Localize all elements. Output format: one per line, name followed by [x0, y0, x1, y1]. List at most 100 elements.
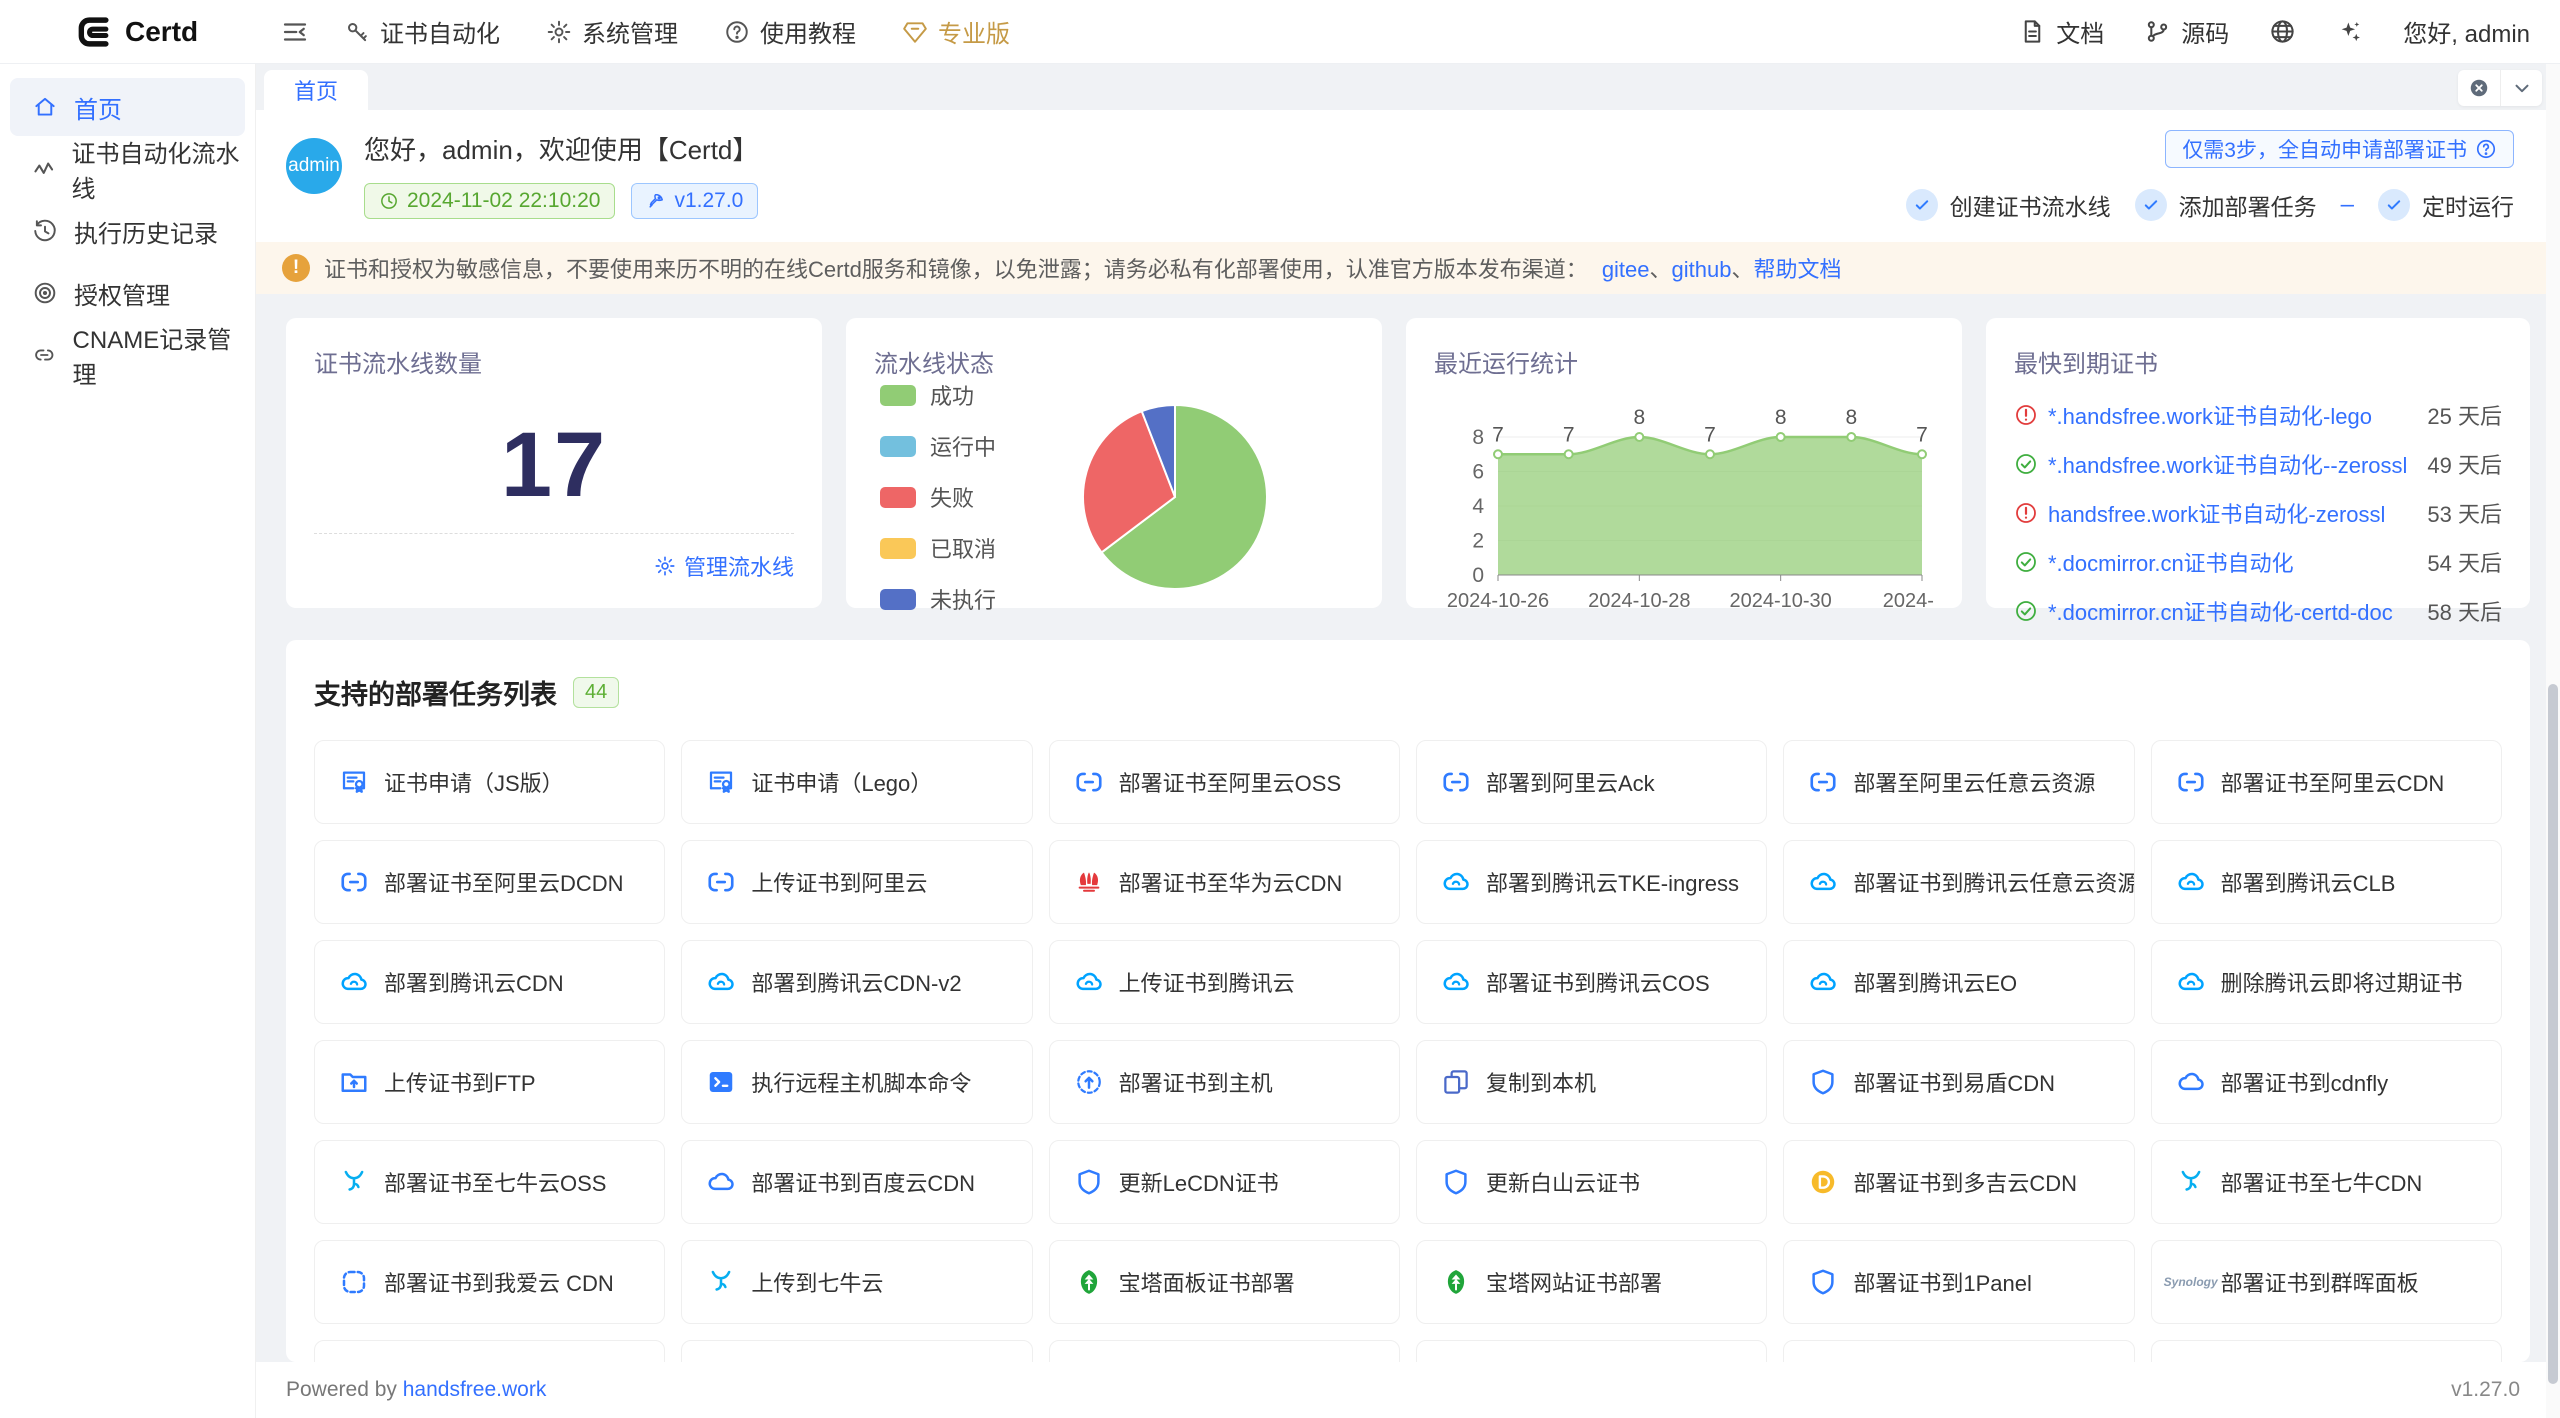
task-card-宝塔网站证书部署[interactable]: 宝塔网站证书部署: [1416, 1240, 1767, 1324]
task-card-部署到阿里云Ack[interactable]: 部署到阿里云Ack: [1416, 740, 1767, 824]
task-card-证书申请（Lego）[interactable]: 证书申请（Lego）: [681, 740, 1032, 824]
cert-icon: [339, 767, 369, 797]
recent-runs-chart: 0246877878872024-10-262024-10-282024-10-…: [1434, 379, 1934, 619]
task-card-部署证书至阿里云OSS[interactable]: 部署证书至阿里云OSS: [1049, 740, 1400, 824]
legend-item-失败[interactable]: 失败: [880, 481, 996, 513]
task-label: 部署证书到我爱云 CDN: [384, 1266, 614, 1298]
step-3[interactable]: 定时运行: [2378, 188, 2514, 222]
task-card-部署证书到我爱云 CDN[interactable]: 部署证书到我爱云 CDN: [314, 1240, 665, 1324]
task-card-上传到七牛云[interactable]: 上传到七牛云: [681, 1240, 1032, 1324]
nav-right-1[interactable]: 源码: [2144, 14, 2229, 49]
task-card-上传证书到FTP[interactable]: 上传证书到FTP: [314, 1040, 665, 1124]
menu-fold-icon[interactable]: [280, 17, 310, 47]
sidebar-item-label: 证书自动化流水线: [72, 134, 246, 204]
bt-panel-icon: [1441, 1267, 1471, 1297]
step-1[interactable]: 创建证书流水线: [1906, 188, 2111, 222]
shield-icon: [1808, 1067, 1838, 1097]
nav-right-0[interactable]: 文档: [2019, 14, 2104, 49]
task-card-clipped[interactable]: [314, 1340, 665, 1362]
nav-item-3[interactable]: 使用教程: [724, 14, 856, 49]
task-card-部署到腾讯云EO[interactable]: 部署到腾讯云EO: [1783, 940, 2134, 1024]
cert-name-link[interactable]: handsfree.work证书自动化-zerossl: [2048, 497, 2385, 529]
task-card-部署到腾讯云CDN-v2[interactable]: 部署到腾讯云CDN-v2: [681, 940, 1032, 1024]
task-card-证书申请（JS版）[interactable]: 证书申请（JS版）: [314, 740, 665, 824]
banner-link-帮助文档[interactable]: 帮助文档: [1754, 257, 1842, 282]
sidebar-item-label: 执行历史记录: [74, 214, 218, 249]
task-card-clipped[interactable]: [1416, 1340, 1767, 1362]
task-card-宝塔面板证书部署[interactable]: 宝塔面板证书部署: [1049, 1240, 1400, 1324]
task-card-部署至阿里云任意云资源[interactable]: 部署至阿里云任意云资源: [1783, 740, 2134, 824]
nav-item-1[interactable]: 证书自动化: [344, 14, 500, 49]
task-label: 部署证书到易盾CDN: [1853, 1066, 2055, 1098]
legend-item-未执行[interactable]: 未执行: [880, 583, 996, 615]
task-card-部署证书到多吉云CDN[interactable]: 部署证书到多吉云CDN: [1783, 1140, 2134, 1224]
nav-right-icon-3[interactable]: [2336, 18, 2363, 45]
scrollbar-thumb[interactable]: [2548, 684, 2558, 1384]
sidebar-item-首页[interactable]: 首页: [10, 78, 245, 136]
legend-item-成功[interactable]: 成功: [880, 379, 996, 411]
huawei-icon: [1074, 867, 1104, 897]
step-2[interactable]: 添加部署任务: [2135, 188, 2317, 222]
task-card-更新白山云证书[interactable]: 更新白山云证书: [1416, 1140, 1767, 1224]
cert-name-link[interactable]: *.docmirror.cn证书自动化-certd-doc: [2048, 595, 2393, 627]
task-card-部署证书到1Panel[interactable]: 部署证书到1Panel: [1783, 1240, 2134, 1324]
pipeline-count-card: 证书流水线数量 17 管理流水线: [286, 318, 822, 608]
banner-link-github[interactable]: github: [1672, 257, 1732, 282]
sidebar-item-CNAME记录管理[interactable]: CNAME记录管理: [10, 326, 245, 384]
app-title: Certd: [125, 16, 198, 48]
welcome-header: admin 您好，admin，欢迎使用【Certd】 2024-11-02 22…: [256, 110, 2560, 242]
nav-right-user[interactable]: 您好, admin: [2403, 14, 2530, 49]
svg-text:6: 6: [1472, 461, 1484, 484]
task-card-clipped[interactable]: [2151, 1340, 2502, 1362]
cert-name-link[interactable]: *.handsfree.work证书自动化--zerossl: [2048, 448, 2407, 480]
task-card-部署到腾讯云CDN[interactable]: 部署到腾讯云CDN: [314, 940, 665, 1024]
task-card-部署证书至阿里云CDN[interactable]: 部署证书至阿里云CDN: [2151, 740, 2502, 824]
avatar[interactable]: admin: [286, 138, 342, 194]
task-card-部署证书到腾讯云COS[interactable]: 部署证书到腾讯云COS: [1416, 940, 1767, 1024]
nav-item-4[interactable]: 专业版: [902, 14, 1010, 49]
task-card-clipped[interactable]: [1783, 1340, 2134, 1362]
close-circle-icon: [2468, 77, 2490, 99]
cert-name-link[interactable]: *.handsfree.work证书自动化-lego: [2048, 399, 2372, 431]
app-logo[interactable]: Certd: [0, 13, 256, 51]
legend-item-运行中[interactable]: 运行中: [880, 430, 996, 462]
task-card-部署证书至七牛CDN[interactable]: 部署证书至七牛CDN: [2151, 1140, 2502, 1224]
task-card-上传证书到腾讯云[interactable]: 上传证书到腾讯云: [1049, 940, 1400, 1024]
task-card-部署证书到易盾CDN[interactable]: 部署证书到易盾CDN: [1783, 1040, 2134, 1124]
task-card-上传证书到阿里云[interactable]: 上传证书到阿里云: [681, 840, 1032, 924]
sidebar-item-授权管理[interactable]: 授权管理: [10, 264, 245, 322]
task-card-部署到腾讯云TKE-ingress[interactable]: 部署到腾讯云TKE-ingress: [1416, 840, 1767, 924]
task-card-部署到腾讯云CLB[interactable]: 部署到腾讯云CLB: [2151, 840, 2502, 924]
banner-link-gitee[interactable]: gitee: [1602, 257, 1650, 282]
promo-badge[interactable]: 仅需3步，全自动申请部署证书: [2165, 130, 2514, 168]
task-card-clipped[interactable]: [1049, 1340, 1400, 1362]
sidebar-item-执行历史记录[interactable]: 执行历史记录: [10, 202, 245, 260]
task-card-部署证书到主机[interactable]: 部署证书到主机: [1049, 1040, 1400, 1124]
close-tabs-button[interactable]: [2458, 70, 2500, 106]
task-card-部署证书至华为云CDN[interactable]: 部署证书至华为云CDN: [1049, 840, 1400, 924]
warning-circle-icon: [2014, 403, 2038, 427]
task-card-部署证书到百度云CDN[interactable]: 部署证书到百度云CDN: [681, 1140, 1032, 1224]
legend-item-已取消[interactable]: 已取消: [880, 532, 996, 564]
task-card-部署证书至七牛云OSS[interactable]: 部署证书至七牛云OSS: [314, 1140, 665, 1224]
task-card-部署证书到群晖面板[interactable]: Synology部署证书到群晖面板: [2151, 1240, 2502, 1324]
task-card-更新LeCDN证书[interactable]: 更新LeCDN证书: [1049, 1140, 1400, 1224]
cert-name-link[interactable]: *.docmirror.cn证书自动化: [2048, 546, 2294, 578]
sidebar-item-证书自动化流水线[interactable]: 证书自动化流水线: [10, 140, 245, 198]
tab-home[interactable]: 首页: [264, 70, 368, 110]
handsfree-link[interactable]: handsfree.work: [403, 1378, 547, 1402]
task-card-执行远程主机脚本命令[interactable]: 执行远程主机脚本命令: [681, 1040, 1032, 1124]
task-card-删除腾讯云即将过期证书[interactable]: 删除腾讯云即将过期证书: [2151, 940, 2502, 1024]
task-card-复制到本机[interactable]: 复制到本机: [1416, 1040, 1767, 1124]
home-icon: [32, 94, 58, 120]
task-card-部署证书到腾讯云任意云资源[interactable]: 部署证书到腾讯云任意云资源: [1783, 840, 2134, 924]
tab-menu-button[interactable]: [2500, 70, 2542, 106]
nav-right-icon-2[interactable]: [2269, 18, 2296, 45]
task-card-部署证书到cdnfly[interactable]: 部署证书到cdnfly: [2151, 1040, 2502, 1124]
aliyun-icon: [1074, 767, 1104, 797]
target-icon: [32, 280, 58, 306]
task-card-clipped[interactable]: [681, 1340, 1032, 1362]
nav-item-2[interactable]: 系统管理: [546, 14, 678, 49]
manage-pipelines-link[interactable]: 管理流水线: [314, 534, 794, 582]
task-card-部署证书至阿里云DCDN[interactable]: 部署证书至阿里云DCDN: [314, 840, 665, 924]
